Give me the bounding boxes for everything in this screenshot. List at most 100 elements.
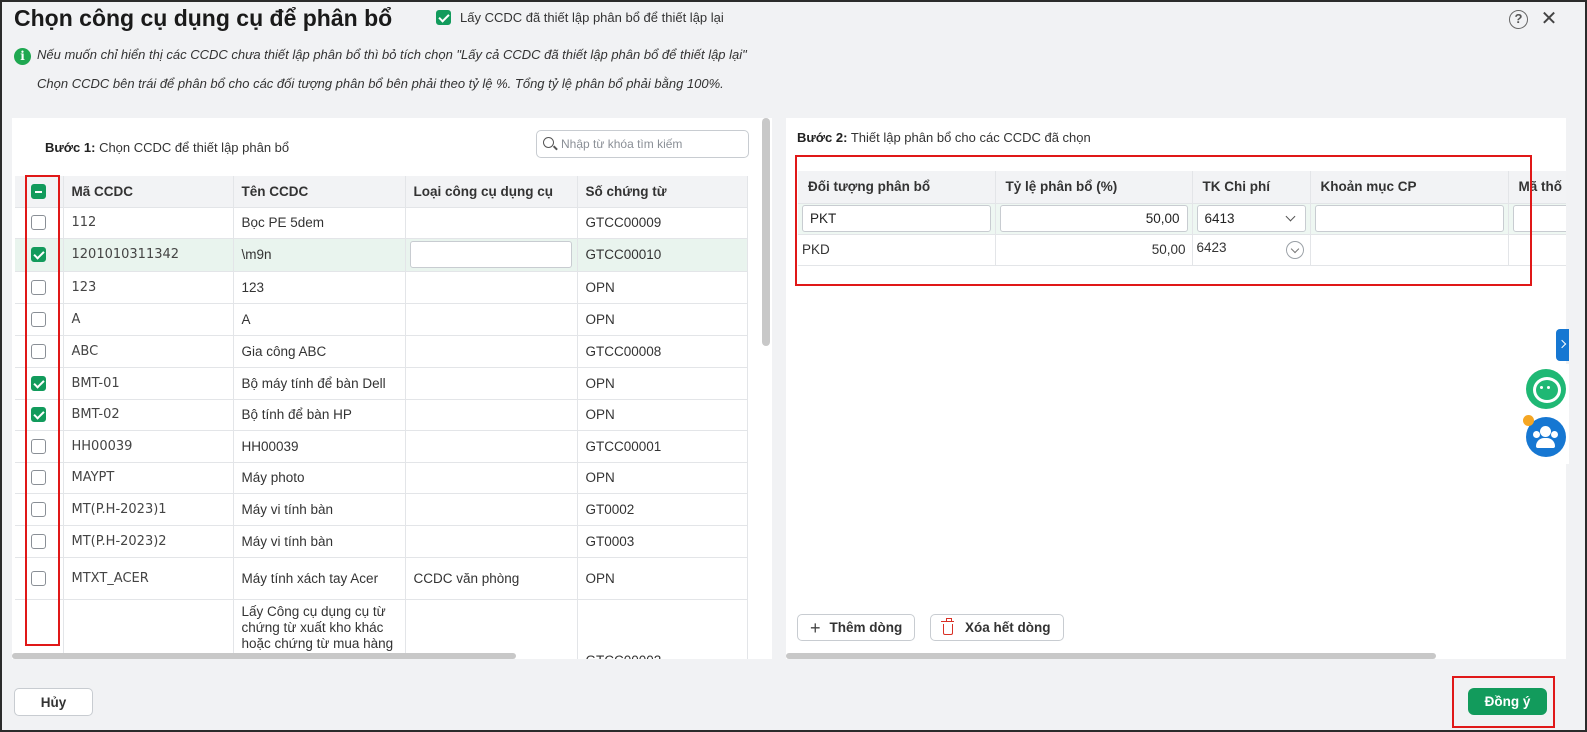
row-checkbox[interactable] <box>31 311 47 327</box>
table-row[interactable]: MT(P.H-2023)1 Máy vi tính bàn GT0002 <box>15 493 748 526</box>
allocation-table-header: Đối tượng phân bổ Tỷ lệ phân bổ (%) TK C… <box>798 171 1566 204</box>
select-all-header[interactable] <box>15 176 64 208</box>
cell-doc: OPN <box>577 271 748 304</box>
col-header-code[interactable]: Mã CCDC <box>63 176 234 208</box>
ratio-cell[interactable]: 50,00 <box>995 234 1193 266</box>
account-select[interactable]: 6413 <box>1196 205 1306 232</box>
table-row[interactable]: ssssssss Lấy Công cụ dụng cụ từ chứng từ… <box>15 599 748 659</box>
row-checkbox-cell[interactable] <box>15 367 64 400</box>
table-row[interactable]: MT(P.H-2023)2 Máy vi tính bàn GT0003 <box>15 525 748 558</box>
cell-type: CCDC văn phòng <box>405 557 578 600</box>
account-cell[interactable]: 6413 <box>1192 203 1311 235</box>
expense-item-cell[interactable] <box>1310 234 1509 266</box>
col-header-type[interactable]: Loại công cụ dụng cụ <box>405 176 578 208</box>
table-row[interactable]: A A OPN <box>15 303 748 336</box>
row-checkbox[interactable] <box>31 570 47 586</box>
stat-code-input[interactable] <box>1512 205 1566 232</box>
table-row[interactable]: MTXT_ACER Máy tính xách tay Acer CCDC vă… <box>15 557 748 600</box>
reuse-allocated-label: Lấy CCDC đã thiết lập phân bổ để thiết l… <box>460 10 724 25</box>
col-header-target[interactable]: Đối tượng phân bổ <box>798 171 996 204</box>
cell-code: ssssssss <box>63 599 234 659</box>
col-header-doc[interactable]: Số chứng từ <box>577 176 748 208</box>
select-all-checkbox[interactable] <box>31 184 47 200</box>
allocation-row[interactable]: PKD 50,00 6423 <box>798 234 1566 266</box>
stat-code-cell[interactable] <box>1508 203 1566 235</box>
row-checkbox-cell[interactable] <box>15 557 64 600</box>
table-row[interactable]: 123 123 OPN <box>15 271 748 304</box>
help-icon[interactable]: ? <box>1509 10 1528 29</box>
left-horizontal-scrollbar[interactable] <box>12 653 516 659</box>
col-header-stat-code[interactable]: Mã thố <box>1508 171 1566 204</box>
col-header-name[interactable]: Tên CCDC <box>233 176 406 208</box>
table-row[interactable]: ABC Gia công ABC GTCC00008 <box>15 335 748 368</box>
cell-type <box>405 303 578 336</box>
cell-doc: GTCC00002 <box>577 599 748 659</box>
ok-button[interactable]: Đồng ý <box>1468 688 1547 715</box>
row-checkbox[interactable] <box>31 501 47 517</box>
row-checkbox[interactable] <box>31 438 47 454</box>
step2-label: Bước 2: Thiết lập phân bổ cho các CCDC đ… <box>797 130 1091 145</box>
target-cell[interactable]: PKD <box>798 234 996 266</box>
table-row[interactable]: BMT-01 Bộ máy tính để bàn Dell OPN <box>15 367 748 400</box>
row-checkbox[interactable] <box>31 407 47 423</box>
cell-type <box>405 430 578 463</box>
chatbot-icon[interactable] <box>1526 369 1566 409</box>
row-checkbox-cell[interactable] <box>15 303 64 336</box>
dialog-footer <box>2 674 1585 730</box>
notification-dot <box>1523 415 1534 426</box>
row-checkbox-cell[interactable] <box>15 462 64 494</box>
right-horizontal-scrollbar[interactable] <box>786 653 1436 659</box>
cell-name: Bộ máy tính để bàn Dell <box>233 367 406 400</box>
table-row[interactable]: 112 Bọc PE 5dem GTCC00009 <box>15 207 748 239</box>
row-checkbox-cell[interactable] <box>15 207 64 239</box>
row-checkbox-cell[interactable] <box>15 430 64 463</box>
cancel-button[interactable]: Hủy <box>14 688 93 716</box>
delete-all-rows-button[interactable]: Xóa hết dòng <box>930 614 1064 641</box>
table-row[interactable]: MAYPT Máy photo OPN <box>15 462 748 494</box>
expense-item-input[interactable] <box>1314 205 1504 232</box>
chevron-down-icon[interactable] <box>1285 211 1295 222</box>
step2-label-bold: Bước 2: <box>797 130 848 145</box>
table-row[interactable]: 1201010311342 \m9n GTCC00010 <box>15 238 748 272</box>
row-checkbox-cell[interactable] <box>15 399 64 431</box>
allocation-row[interactable]: PKT 50,00 6413 <box>798 203 1566 235</box>
row-checkbox-cell[interactable] <box>15 271 64 304</box>
search-box[interactable] <box>536 130 749 158</box>
cell-type-editor[interactable] <box>405 238 578 272</box>
side-expand-tab[interactable] <box>1556 329 1569 361</box>
table-row[interactable]: HH00039 HH00039 GTCC00001 <box>15 430 748 463</box>
ratio-cell[interactable]: 50,00 <box>995 203 1193 235</box>
account-value: 6413 <box>1204 211 1235 226</box>
account-cell[interactable]: 6423 <box>1192 234 1311 266</box>
info-icon: i <box>14 48 31 65</box>
row-checkbox-cell[interactable] <box>15 335 64 368</box>
row-checkbox[interactable] <box>31 533 47 549</box>
chevron-down-icon[interactable] <box>1285 241 1304 259</box>
ratio-input[interactable]: 50,00 <box>999 205 1188 232</box>
reuse-allocated-checkbox[interactable]: Lấy CCDC đã thiết lập phân bổ để thiết l… <box>436 10 724 25</box>
row-checkbox-cell[interactable] <box>15 493 64 526</box>
row-checkbox-cell[interactable] <box>15 525 64 558</box>
row-checkbox[interactable] <box>31 247 47 263</box>
row-checkbox-cell[interactable] <box>15 238 64 272</box>
row-checkbox[interactable] <box>31 279 47 295</box>
left-vertical-scrollbar[interactable] <box>762 118 770 346</box>
row-checkbox[interactable] <box>31 215 47 231</box>
type-input[interactable] <box>409 241 572 268</box>
search-input[interactable] <box>561 134 745 154</box>
add-row-button[interactable]: + Thêm dòng <box>797 614 916 641</box>
row-checkbox-cell[interactable] <box>15 599 64 659</box>
table-row[interactable]: BMT-02 Bộ tính để bàn HP OPN <box>15 399 748 431</box>
col-header-expense-item[interactable]: Khoản mục CP <box>1310 171 1509 204</box>
target-cell[interactable]: PKT <box>798 203 996 235</box>
row-checkbox[interactable] <box>31 375 47 391</box>
target-input[interactable]: PKT <box>802 205 991 232</box>
expense-item-cell[interactable] <box>1310 203 1509 235</box>
row-checkbox[interactable] <box>31 343 47 359</box>
col-header-account[interactable]: TK Chi phí <box>1192 171 1311 204</box>
checkbox-checked-icon[interactable] <box>436 10 451 25</box>
row-checkbox[interactable] <box>31 470 47 486</box>
col-header-ratio[interactable]: Tỷ lệ phân bổ (%) <box>995 171 1193 204</box>
stat-code-cell[interactable] <box>1508 234 1566 266</box>
close-icon[interactable]: ✕ <box>1539 8 1559 30</box>
